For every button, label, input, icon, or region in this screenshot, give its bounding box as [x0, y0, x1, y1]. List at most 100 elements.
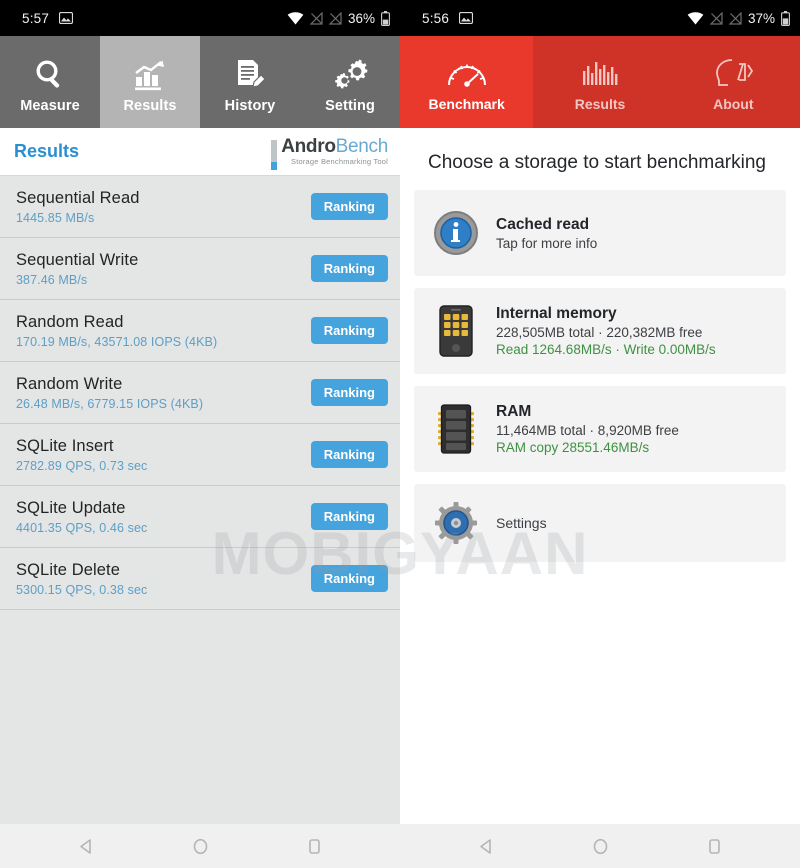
nav-bar-row — [0, 824, 800, 868]
back-triangle-icon[interactable] — [73, 833, 99, 859]
magnifier-icon — [33, 56, 67, 94]
signal-off-icon — [309, 11, 323, 25]
nav-bar-left — [0, 824, 400, 868]
back-triangle-icon[interactable] — [473, 833, 499, 859]
sdbench-body: Choose a storage to start benchmarking C… — [400, 128, 800, 824]
logo-bench-text: Bench — [335, 136, 389, 158]
recents-square-icon[interactable] — [301, 833, 327, 859]
ranking-button[interactable]: Ranking — [310, 379, 388, 406]
gear-icon — [430, 502, 482, 544]
tab-results[interactable]: Results — [100, 36, 200, 128]
logo-andro-text: Andro — [281, 136, 336, 158]
card-texts: RAM 11,464MB total · 8,920MB free RAM co… — [496, 403, 679, 455]
status-bar-left: 5:57 36% — [0, 0, 400, 36]
table-row[interactable]: Sequential Read 1445.85 MB/s Ranking — [0, 176, 400, 238]
sdbench-tab-bar: Benchmark Results About — [400, 36, 800, 128]
table-row[interactable]: SQLite Delete 5300.15 QPS, 0.38 sec Rank… — [0, 548, 400, 610]
status-bar-right-left-group: 5:56 — [422, 10, 474, 26]
image-icon — [458, 11, 474, 25]
card-subtitle: 228,505MB total · 220,382MB free — [496, 325, 703, 340]
tab-about[interactable]: About — [666, 36, 800, 128]
status-bar-right: 5:56 37% — [400, 0, 800, 36]
ram-chip-icon — [430, 403, 482, 455]
card-speed: Read 1264.68MB/s · Write 0.00MB/s — [496, 342, 716, 357]
ranking-button[interactable]: Ranking — [310, 503, 388, 530]
image-icon — [58, 11, 74, 25]
card-texts: Cached read Tap for more info — [496, 216, 597, 251]
row-name: Sequential Read — [16, 188, 140, 207]
ranking-button[interactable]: Ranking — [310, 255, 388, 282]
tab-measure[interactable]: Measure — [0, 36, 100, 128]
settings-card[interactable]: Settings — [414, 484, 786, 562]
row-value: 170.19 MB/s, 43571.08 IOPS (4KB) — [16, 334, 218, 349]
card-title: Settings — [496, 515, 547, 531]
tab-sd-results[interactable]: Results — [533, 36, 667, 128]
tab-history[interactable]: History — [200, 36, 300, 128]
storage-card-ram[interactable]: RAM 11,464MB total · 8,920MB free RAM co… — [414, 386, 786, 472]
storage-card-cached-read[interactable]: Cached read Tap for more info — [414, 190, 786, 276]
tab-benchmark[interactable]: Benchmark — [400, 36, 534, 128]
card-texts: Internal memory 228,505MB total · 220,38… — [496, 305, 716, 357]
panel-sdbench: Benchmark Results About Choose a storage… — [400, 36, 800, 824]
row-name: SQLite Delete — [16, 560, 121, 579]
row-value: 387.46 MB/s — [16, 272, 88, 287]
ranking-button[interactable]: Ranking — [310, 441, 388, 468]
tab-sd-results-label: Results — [574, 96, 626, 112]
battery-percent-left: 36% — [347, 10, 375, 26]
status-bar-right-right-group: 37% — [687, 10, 790, 26]
benchmark-results-list: Sequential Read 1445.85 MB/s Ranking Seq… — [0, 176, 400, 610]
row-texts: Random Write 26.48 MB/s, 6779.15 IOPS (4… — [16, 375, 203, 411]
table-row[interactable]: Sequential Write 387.46 MB/s Ranking — [0, 238, 400, 300]
panels-container: Measure Results History Setting Results … — [0, 36, 800, 824]
logo-bar-icon — [271, 139, 278, 170]
battery-icon — [781, 10, 790, 26]
ranking-button[interactable]: Ranking — [310, 193, 388, 220]
row-texts: Sequential Write 387.46 MB/s — [16, 251, 138, 287]
battery-percent-right: 37% — [747, 10, 775, 26]
row-texts: Sequential Read 1445.85 MB/s — [16, 189, 140, 225]
phone-icon — [430, 305, 482, 357]
clock-right: 5:56 — [422, 10, 450, 26]
tab-setting[interactable]: Setting — [300, 36, 400, 128]
storage-card-internal-memory[interactable]: Internal memory 228,505MB total · 220,38… — [414, 288, 786, 374]
signal-off-icon — [328, 11, 342, 25]
home-circle-icon[interactable] — [587, 833, 613, 859]
tab-setting-label: Setting — [325, 98, 375, 114]
home-circle-icon[interactable] — [187, 833, 213, 859]
row-name: Random Read — [16, 312, 124, 331]
row-value: 26.48 MB/s, 6779.15 IOPS (4KB) — [16, 396, 204, 411]
table-row[interactable]: Random Read 170.19 MB/s, 43571.08 IOPS (… — [0, 300, 400, 362]
logo-wordmark: AndroBench Storage Benchmarking Tool — [281, 137, 388, 166]
wifi-icon — [287, 11, 304, 25]
ranking-button[interactable]: Ranking — [310, 317, 388, 344]
row-texts: SQLite Delete 5300.15 QPS, 0.38 sec — [16, 561, 147, 597]
row-texts: SQLite Update 4401.35 QPS, 0.46 sec — [16, 499, 147, 535]
androbench-header: Results AndroBench Storage Benchmarking … — [0, 128, 400, 176]
tab-measure-label: Measure — [20, 98, 80, 114]
signal-off-icon — [728, 11, 742, 25]
row-name: Sequential Write — [16, 250, 139, 269]
equalizer-bars-icon — [582, 56, 618, 90]
signal-off-icon — [709, 11, 723, 25]
card-texts: Settings — [496, 515, 547, 531]
tab-benchmark-label: Benchmark — [428, 96, 505, 112]
wifi-icon — [687, 11, 704, 25]
table-row[interactable]: SQLite Update 4401.35 QPS, 0.46 sec Rank… — [0, 486, 400, 548]
androbench-logo: AndroBench Storage Benchmarking Tool — [271, 137, 388, 170]
sdbench-title: Choose a storage to start benchmarking — [428, 152, 766, 173]
ranking-button[interactable]: Ranking — [310, 565, 388, 592]
battery-icon — [381, 10, 390, 26]
gears-icon — [332, 56, 368, 94]
row-value: 2782.89 QPS, 0.73 sec — [16, 458, 148, 473]
head-code-icon — [712, 56, 754, 90]
status-bar-left-group: 5:57 — [22, 11, 74, 26]
card-title: RAM — [496, 403, 532, 420]
table-row[interactable]: Random Write 26.48 MB/s, 6779.15 IOPS (4… — [0, 362, 400, 424]
card-title: Internal memory — [496, 305, 617, 322]
table-row[interactable]: SQLite Insert 2782.89 QPS, 0.73 sec Rank… — [0, 424, 400, 486]
screen-root: 5:57 36% 5:56 37% Measure Results Histor… — [0, 0, 800, 868]
row-name: Random Write — [16, 374, 123, 393]
recents-square-icon[interactable] — [701, 833, 727, 859]
card-subtitle: Tap for more info — [496, 235, 598, 251]
panel-androbench: Measure Results History Setting Results … — [0, 36, 400, 824]
